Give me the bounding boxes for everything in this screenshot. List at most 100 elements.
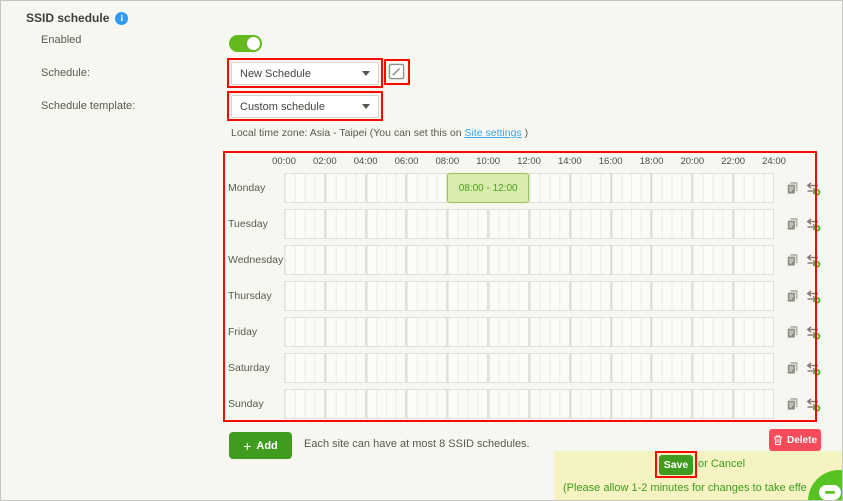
track-cell-group[interactable] bbox=[284, 353, 325, 383]
copy-day-button[interactable] bbox=[786, 253, 799, 267]
track-cell-group[interactable] bbox=[406, 245, 447, 275]
track-cell-group[interactable] bbox=[366, 353, 407, 383]
save-button[interactable]: Save bbox=[659, 455, 693, 475]
track-cell-group[interactable] bbox=[366, 317, 407, 347]
day-track[interactable] bbox=[284, 245, 774, 275]
track-cell-group[interactable] bbox=[529, 173, 570, 203]
track-cell-group[interactable] bbox=[611, 245, 652, 275]
track-cell-group[interactable] bbox=[488, 281, 529, 311]
track-cell-group[interactable] bbox=[611, 281, 652, 311]
track-cell-group[interactable] bbox=[284, 245, 325, 275]
track-cell-group[interactable] bbox=[447, 245, 488, 275]
copy-day-button[interactable] bbox=[786, 289, 799, 303]
schedule-template-dropdown[interactable]: Custom schedule bbox=[231, 95, 379, 118]
track-cell-group[interactable] bbox=[651, 209, 692, 239]
track-cell-group[interactable] bbox=[325, 245, 366, 275]
track-cell-group[interactable] bbox=[447, 353, 488, 383]
track-cell-group[interactable] bbox=[651, 173, 692, 203]
track-cell-group[interactable] bbox=[611, 317, 652, 347]
track-cell-group[interactable] bbox=[611, 173, 652, 203]
day-track[interactable] bbox=[284, 353, 774, 383]
track-cell-group[interactable] bbox=[733, 173, 774, 203]
track-cell-group[interactable] bbox=[488, 353, 529, 383]
copy-day-button[interactable] bbox=[786, 361, 799, 375]
track-cell-group[interactable] bbox=[611, 209, 652, 239]
track-cell-group[interactable] bbox=[570, 281, 611, 311]
track-cell-group[interactable] bbox=[325, 317, 366, 347]
track-cell-group[interactable] bbox=[284, 389, 325, 419]
track-cell-group[interactable] bbox=[733, 245, 774, 275]
track-cell-group[interactable] bbox=[529, 281, 570, 311]
track-cell-group[interactable] bbox=[651, 245, 692, 275]
track-cell-group[interactable] bbox=[488, 209, 529, 239]
track-cell-group[interactable] bbox=[651, 389, 692, 419]
track-cell-group[interactable] bbox=[529, 389, 570, 419]
track-cell-group[interactable] bbox=[325, 209, 366, 239]
track-cell-group[interactable] bbox=[692, 353, 733, 383]
apply-to-all-days-button[interactable] bbox=[804, 397, 821, 412]
copy-day-button[interactable] bbox=[786, 217, 799, 231]
track-cell-group[interactable] bbox=[529, 353, 570, 383]
track-cell-group[interactable] bbox=[692, 281, 733, 311]
day-track[interactable] bbox=[284, 317, 774, 347]
track-cell-group[interactable] bbox=[733, 353, 774, 383]
track-cell-group[interactable] bbox=[406, 281, 447, 311]
track-cell-group[interactable] bbox=[733, 317, 774, 347]
track-cell-group[interactable] bbox=[447, 209, 488, 239]
track-cell-group[interactable] bbox=[366, 209, 407, 239]
day-track[interactable] bbox=[284, 209, 774, 239]
track-cell-group[interactable] bbox=[570, 317, 611, 347]
track-cell-group[interactable] bbox=[366, 281, 407, 311]
track-cell-group[interactable] bbox=[651, 281, 692, 311]
site-settings-link[interactable]: Site settings bbox=[464, 127, 521, 139]
track-cell-group[interactable] bbox=[651, 317, 692, 347]
delete-button[interactable]: Delete bbox=[769, 429, 821, 451]
track-cell-group[interactable] bbox=[447, 281, 488, 311]
apply-to-all-days-button[interactable] bbox=[804, 289, 821, 304]
track-cell-group[interactable] bbox=[570, 173, 611, 203]
schedule-dropdown[interactable]: New Schedule bbox=[231, 62, 379, 85]
track-cell-group[interactable] bbox=[692, 173, 733, 203]
apply-to-all-days-button[interactable] bbox=[804, 253, 821, 268]
track-cell-group[interactable] bbox=[406, 389, 447, 419]
track-cell-group[interactable] bbox=[570, 245, 611, 275]
track-cell-group[interactable] bbox=[406, 353, 447, 383]
track-cell-group[interactable] bbox=[366, 389, 407, 419]
track-cell-group[interactable] bbox=[692, 317, 733, 347]
edit-schedule-button[interactable] bbox=[388, 63, 405, 83]
track-cell-group[interactable] bbox=[733, 281, 774, 311]
track-cell-group[interactable] bbox=[529, 209, 570, 239]
track-cell-group[interactable] bbox=[325, 353, 366, 383]
track-cell-group[interactable] bbox=[570, 209, 611, 239]
track-cell-group[interactable] bbox=[447, 389, 488, 419]
track-cell-group[interactable] bbox=[692, 389, 733, 419]
track-cell-group[interactable] bbox=[570, 389, 611, 419]
track-cell-group[interactable] bbox=[488, 317, 529, 347]
copy-day-button[interactable] bbox=[786, 397, 799, 411]
track-cell-group[interactable] bbox=[611, 389, 652, 419]
track-cell-group[interactable] bbox=[284, 209, 325, 239]
track-cell-group[interactable] bbox=[284, 317, 325, 347]
track-cell-group[interactable] bbox=[406, 317, 447, 347]
track-cell-group[interactable] bbox=[284, 281, 325, 311]
track-cell-group[interactable] bbox=[651, 353, 692, 383]
track-cell-group[interactable] bbox=[447, 317, 488, 347]
cancel-link[interactable]: Cancel bbox=[711, 458, 745, 470]
track-cell-group[interactable] bbox=[692, 245, 733, 275]
track-cell-group[interactable] bbox=[529, 245, 570, 275]
apply-to-all-days-button[interactable] bbox=[804, 325, 821, 340]
track-cell-group[interactable] bbox=[406, 173, 447, 203]
copy-day-button[interactable] bbox=[786, 181, 799, 195]
day-track[interactable] bbox=[284, 281, 774, 311]
schedule-event-block[interactable]: 08:00 - 12:00 bbox=[447, 173, 529, 203]
track-cell-group[interactable] bbox=[325, 281, 366, 311]
apply-to-all-days-button[interactable] bbox=[804, 217, 821, 232]
info-icon[interactable]: i bbox=[115, 12, 128, 25]
track-cell-group[interactable] bbox=[284, 173, 325, 203]
track-cell-group[interactable] bbox=[366, 245, 407, 275]
day-track[interactable] bbox=[284, 389, 774, 419]
track-cell-group[interactable] bbox=[529, 317, 570, 347]
add-button[interactable]: + Add bbox=[229, 432, 292, 459]
apply-to-all-days-button[interactable] bbox=[804, 181, 821, 196]
track-cell-group[interactable] bbox=[611, 353, 652, 383]
